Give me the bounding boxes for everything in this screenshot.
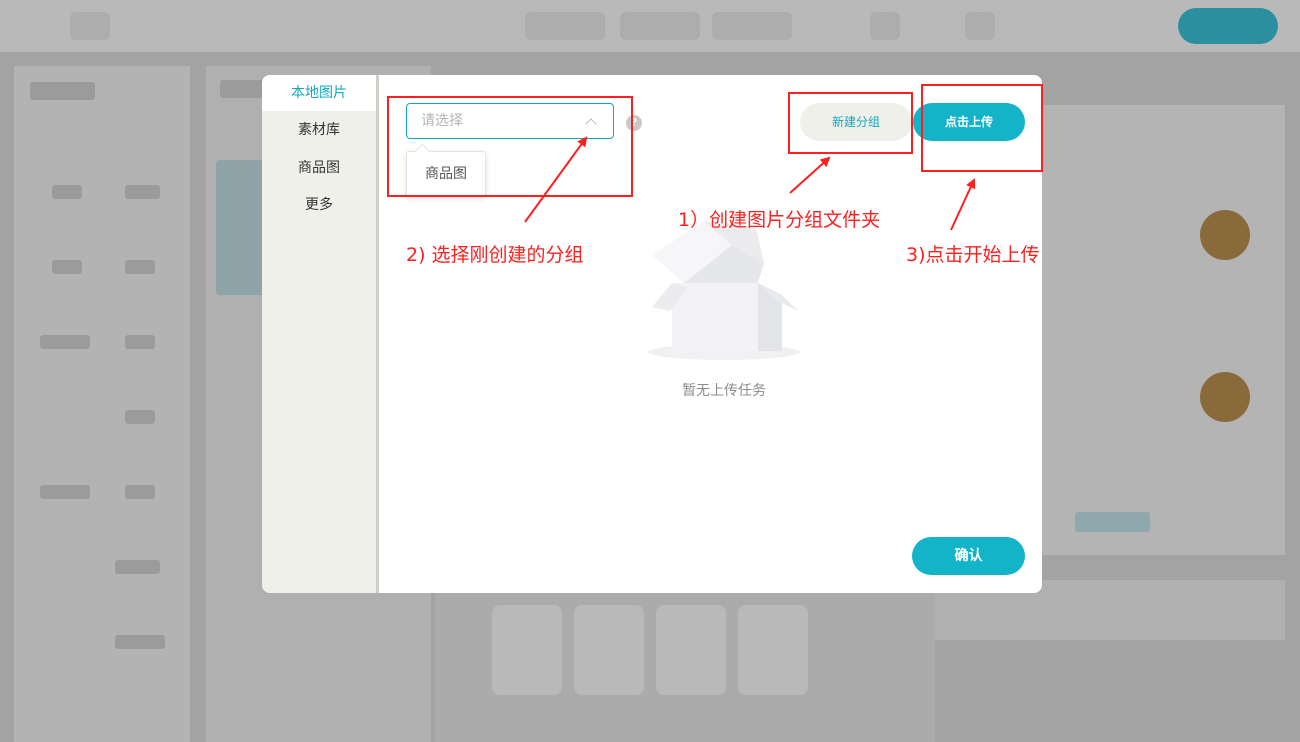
empty-state-text: 暂无上传任务 bbox=[682, 383, 766, 399]
bg-block bbox=[1075, 512, 1150, 532]
dialog-sidebar: 本地图片 素材库 商品图 更多 bbox=[262, 75, 376, 593]
bg-nav-pill bbox=[712, 12, 792, 40]
sidebar-item-library[interactable]: 素材库 bbox=[262, 112, 376, 148]
bg-block bbox=[115, 635, 165, 649]
bg-block bbox=[30, 82, 95, 100]
bg-tile bbox=[492, 605, 562, 695]
annotation-step1: 1）创建图片分组文件夹 bbox=[678, 209, 881, 231]
bg-block bbox=[52, 260, 82, 274]
annotation-step2: 2) 选择刚创建的分组 bbox=[406, 244, 584, 266]
bg-logo bbox=[70, 12, 110, 40]
confirm-button[interactable]: 确认 bbox=[912, 537, 1025, 575]
annotation-box-upload bbox=[921, 84, 1043, 172]
empty-box-illustration bbox=[648, 221, 800, 360]
bg-block bbox=[40, 335, 90, 349]
bg-block bbox=[52, 185, 82, 199]
sidebar-divider bbox=[376, 75, 379, 593]
annotation-box-new-group bbox=[788, 92, 913, 154]
bg-nav-pill bbox=[525, 12, 605, 40]
bg-tile bbox=[574, 605, 644, 695]
bg-thumb bbox=[1200, 372, 1250, 422]
annotation-step3: 3)点击开始上传 bbox=[906, 244, 1040, 266]
bg-thumb bbox=[1200, 210, 1250, 260]
bg-block bbox=[40, 485, 90, 499]
annotation-box-select bbox=[387, 96, 633, 197]
bg-cta-button bbox=[1178, 8, 1278, 44]
bg-block bbox=[125, 410, 155, 424]
bg-tile bbox=[738, 605, 808, 695]
bg-block bbox=[115, 560, 160, 574]
sidebar-item-more[interactable]: 更多 bbox=[262, 187, 376, 223]
bg-nav-pill bbox=[870, 12, 900, 40]
sidebar-item-local-images[interactable]: 本地图片 bbox=[262, 75, 376, 111]
bg-block bbox=[125, 335, 155, 349]
bg-block bbox=[125, 485, 155, 499]
bg-nav-pill bbox=[965, 12, 995, 40]
bg-tile bbox=[656, 605, 726, 695]
bg-block bbox=[125, 260, 155, 274]
sidebar-item-product-images[interactable]: 商品图 bbox=[262, 150, 376, 186]
bg-nav-pill bbox=[620, 12, 700, 40]
bg-block bbox=[125, 185, 160, 199]
